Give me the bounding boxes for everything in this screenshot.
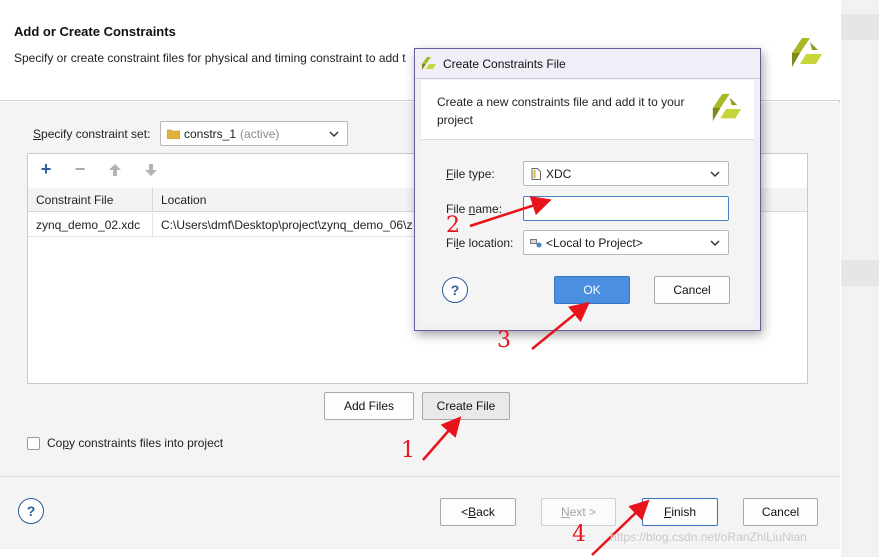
annotation-number-3: 3 — [497, 328, 511, 353]
annotation-arrow-1 — [422, 416, 462, 461]
annotation-arrow-2 — [469, 196, 552, 228]
watermark: https://blog.csdn.net/oRanZhiLiuNian — [610, 530, 807, 544]
annotation-number-2: 2 — [446, 213, 460, 238]
annotation-arrows — [422, 196, 650, 556]
annotation-arrow-3 — [531, 301, 590, 350]
annotation-arrow-4 — [591, 499, 650, 556]
annotation-number-1: 1 — [401, 438, 415, 463]
annotation-number-4: 4 — [572, 522, 586, 547]
